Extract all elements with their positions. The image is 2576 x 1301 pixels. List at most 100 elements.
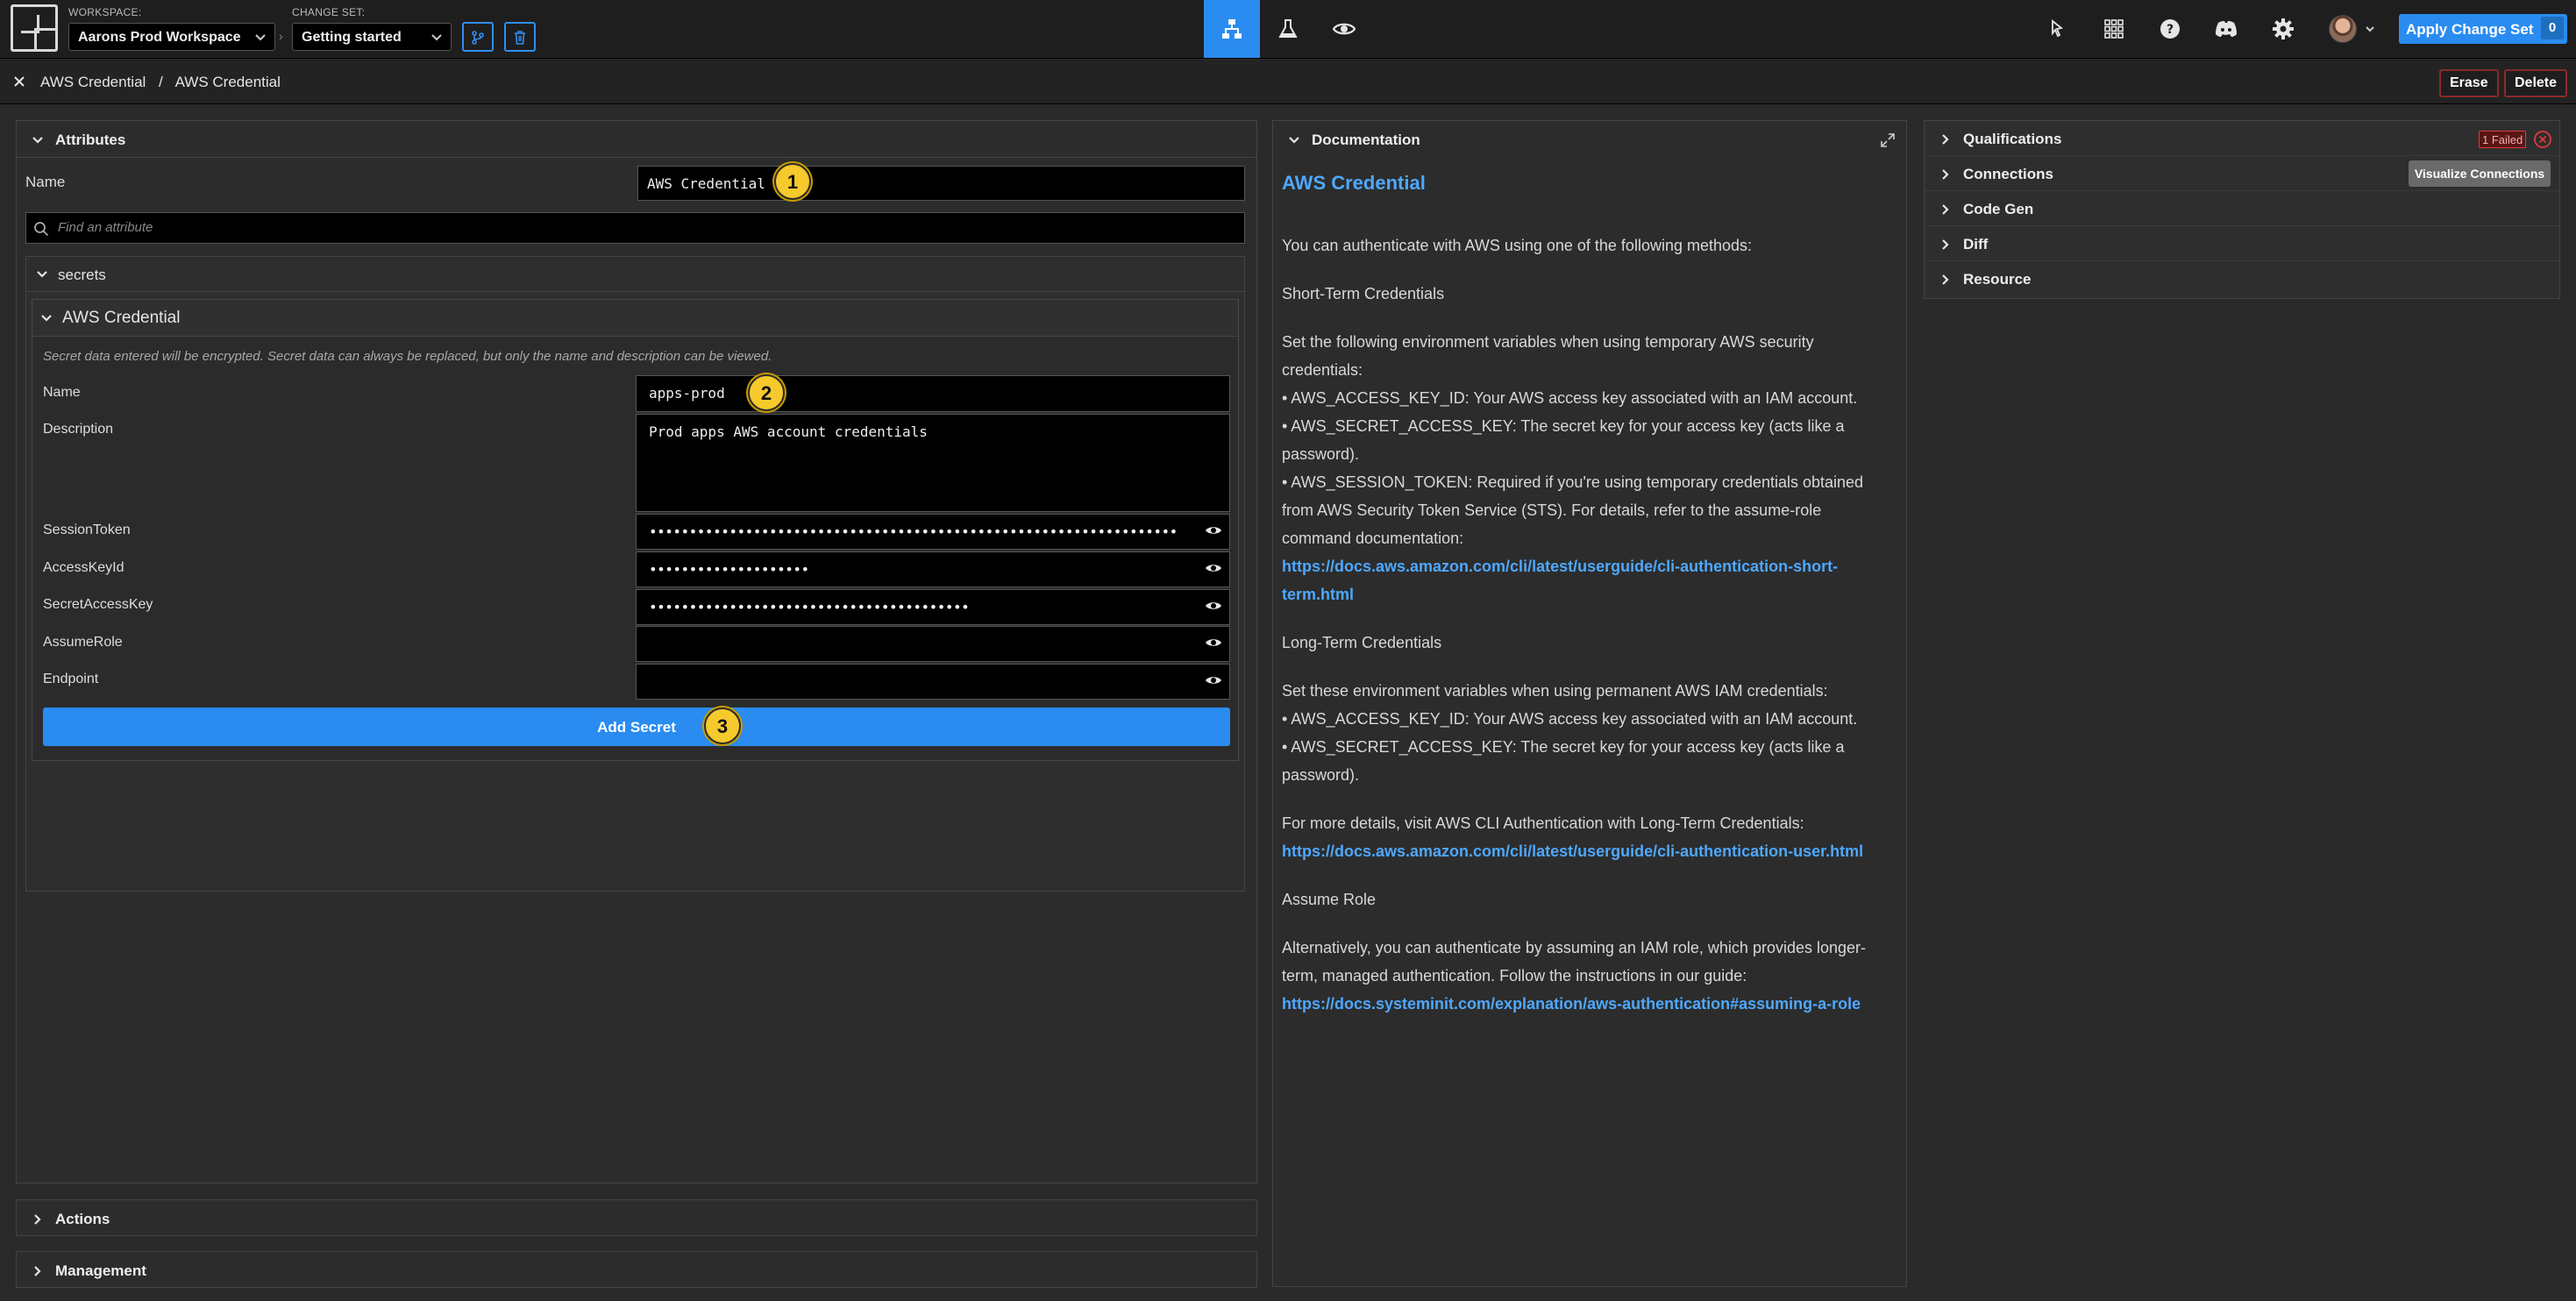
- top-bar: WORKSPACE: Aarons Prod Workspace › CHANG…: [0, 0, 2576, 59]
- doc-long-term-item: • AWS_ACCESS_KEY_ID: Your AWS access key…: [1282, 710, 1858, 728]
- error-icon: [2533, 130, 2552, 149]
- eye-icon[interactable]: [1205, 524, 1222, 537]
- step-badge-2: 2: [748, 374, 785, 411]
- breadcrumb-parent[interactable]: AWS Credential: [40, 74, 146, 90]
- erase-button[interactable]: Erase: [2439, 69, 2499, 97]
- close-icon[interactable]: [12, 75, 26, 89]
- doc-short-term-item: • AWS_SECRET_ACCESS_KEY: The secret key …: [1282, 417, 1845, 463]
- trash-icon: [506, 30, 534, 46]
- diagram-icon: [1220, 17, 1244, 41]
- qualifications-label: Qualifications: [1963, 131, 2062, 147]
- diff-row[interactable]: Diff: [1925, 226, 2559, 261]
- field-label-secretaccesskey: SecretAccessKey: [43, 597, 153, 612]
- secrets-group: secrets AWS Credential Secret data enter…: [25, 256, 1245, 892]
- eye-icon[interactable]: [1205, 562, 1222, 574]
- field-label-endpoint: Endpoint: [43, 672, 99, 686]
- chevron-right-icon: [1939, 132, 1953, 146]
- chevron-right-icon: [31, 1212, 45, 1226]
- actions-section[interactable]: Actions: [16, 1199, 1257, 1236]
- eye-icon[interactable]: [1205, 674, 1222, 686]
- failed-badge: 1 Failed: [2479, 131, 2527, 148]
- details-panel: Qualifications 1 Failed Connections Visu…: [1924, 120, 2560, 299]
- doc-assume-section: Alternatively, you can authenticate by a…: [1282, 934, 1890, 1018]
- chevron-down-icon[interactable]: [2364, 23, 2376, 35]
- doc-assume-link[interactable]: https://docs.systeminit.com/explanation/…: [1282, 995, 1861, 1013]
- doc-more-details-section: For more details, visit AWS CLI Authenti…: [1282, 809, 1890, 865]
- add-secret-button[interactable]: Add Secret: [43, 707, 1230, 746]
- doc-long-term-title: Long-Term Credentials: [1282, 634, 1442, 651]
- secret-form-header[interactable]: AWS Credential: [32, 300, 1238, 337]
- doc-more-details: For more details, visit AWS CLI Authenti…: [1282, 814, 1804, 832]
- chevron-right-icon: [1939, 273, 1953, 287]
- chevron-right-icon: [1939, 238, 1953, 252]
- nav-view-button[interactable]: [1316, 0, 1372, 58]
- step-badge-1: 1: [774, 163, 811, 200]
- eye-icon[interactable]: [1205, 600, 1222, 612]
- sessiontoken-input[interactable]: ••••••••••••••••••••••••••••••••••••••••…: [636, 514, 1230, 550]
- attributes-panel: Attributes Name AWS Credential 1 Find an…: [16, 120, 1257, 1184]
- accesskeyid-input[interactable]: ••••••••••••••••••••: [636, 551, 1230, 587]
- attributes-header[interactable]: Attributes: [17, 121, 1256, 158]
- diff-label: Diff: [1963, 236, 1989, 252]
- secretaccesskey-input[interactable]: ••••••••••••••••••••••••••••••••••••••••: [636, 589, 1230, 625]
- qualifications-row[interactable]: Qualifications 1 Failed: [1925, 121, 2559, 156]
- cursor-icon[interactable]: [2044, 16, 2070, 42]
- branch-icon: [464, 30, 492, 46]
- documentation-header[interactable]: Documentation: [1273, 121, 1906, 158]
- avatar[interactable]: [2329, 15, 2357, 43]
- doc-short-term-section: Set the following environment variables …: [1282, 328, 1890, 608]
- nav-customize-button[interactable]: [1260, 0, 1316, 58]
- search-input[interactable]: Find an attribute: [25, 212, 1245, 244]
- connections-label: Connections: [1963, 166, 2053, 182]
- breadcrumb-separator: /: [159, 74, 163, 90]
- doc-short-term-item: • AWS_ACCESS_KEY_ID: Your AWS access key…: [1282, 389, 1858, 407]
- name-input[interactable]: AWS Credential: [637, 166, 1245, 201]
- expand-icon[interactable]: [1880, 132, 1896, 148]
- doc-assume-title: Assume Role: [1282, 891, 1377, 908]
- changeset-select[interactable]: Getting started: [292, 23, 452, 51]
- secret-name-input[interactable]: apps-prod: [636, 375, 1230, 412]
- nav-modeling-button[interactable]: [1204, 0, 1260, 58]
- secret-form: AWS Credential Secret data entered will …: [32, 299, 1239, 761]
- connections-row[interactable]: Connections Visualize Connections: [1925, 156, 2559, 191]
- search-icon: [33, 221, 49, 237]
- help-icon[interactable]: ?: [2157, 16, 2183, 42]
- field-label-accesskeyid: AccessKeyId: [43, 560, 125, 575]
- codegen-row[interactable]: Code Gen: [1925, 191, 2559, 226]
- chevron-down-icon: [1287, 133, 1301, 147]
- app-logo[interactable]: [11, 4, 58, 52]
- doc-long-term-link[interactable]: https://docs.aws.amazon.com/cli/latest/u…: [1282, 842, 1863, 860]
- description-textarea[interactable]: Prod apps AWS account credentials: [636, 414, 1230, 512]
- documentation-panel: Documentation AWS Credential You can aut…: [1272, 120, 1907, 1287]
- workspace-select[interactable]: Aarons Prod Workspace: [68, 23, 275, 51]
- secrets-label: secrets: [58, 267, 106, 283]
- eye-icon[interactable]: [1205, 636, 1222, 649]
- chevron-right-icon: [1939, 203, 1953, 217]
- chevron-right-icon: [31, 1264, 45, 1278]
- doc-short-term-intro: Set the following environment variables …: [1282, 333, 1814, 379]
- chevron-down-icon: [430, 30, 444, 44]
- doc-short-term-link[interactable]: https://docs.aws.amazon.com/cli/latest/u…: [1282, 558, 1838, 603]
- doc-long-term-item: • AWS_SECRET_ACCESS_KEY: The secret key …: [1282, 738, 1845, 784]
- create-changeset-button[interactable]: [462, 22, 494, 52]
- svg-text:?: ?: [2167, 23, 2174, 37]
- breadcrumb-bar: AWS Credential / AWS Credential Erase De…: [0, 60, 2576, 104]
- discord-icon[interactable]: [2213, 16, 2239, 42]
- resource-row[interactable]: Resource: [1925, 261, 2559, 296]
- grid-icon[interactable]: [2101, 16, 2127, 42]
- doc-assume-text: Alternatively, you can authenticate by a…: [1282, 939, 1867, 985]
- changeset-label: CHANGE SET:: [292, 6, 366, 18]
- chevron-down-icon: [253, 30, 267, 44]
- assumerole-input[interactable]: [636, 626, 1230, 662]
- workspace-value: Aarons Prod Workspace: [78, 30, 241, 45]
- apply-label: Apply Change Set: [2406, 21, 2534, 38]
- abandon-changeset-button[interactable]: [504, 22, 536, 52]
- gear-icon[interactable]: [2270, 16, 2296, 42]
- attributes-title: Attributes: [55, 132, 126, 148]
- secrets-header[interactable]: secrets: [26, 257, 1244, 292]
- visualize-connections-button[interactable]: Visualize Connections: [2409, 160, 2551, 187]
- management-section[interactable]: Management: [16, 1251, 1257, 1288]
- apply-change-set-button[interactable]: Apply Change Set 0: [2399, 14, 2567, 44]
- endpoint-input[interactable]: [636, 664, 1230, 700]
- delete-button[interactable]: Delete: [2504, 69, 2568, 97]
